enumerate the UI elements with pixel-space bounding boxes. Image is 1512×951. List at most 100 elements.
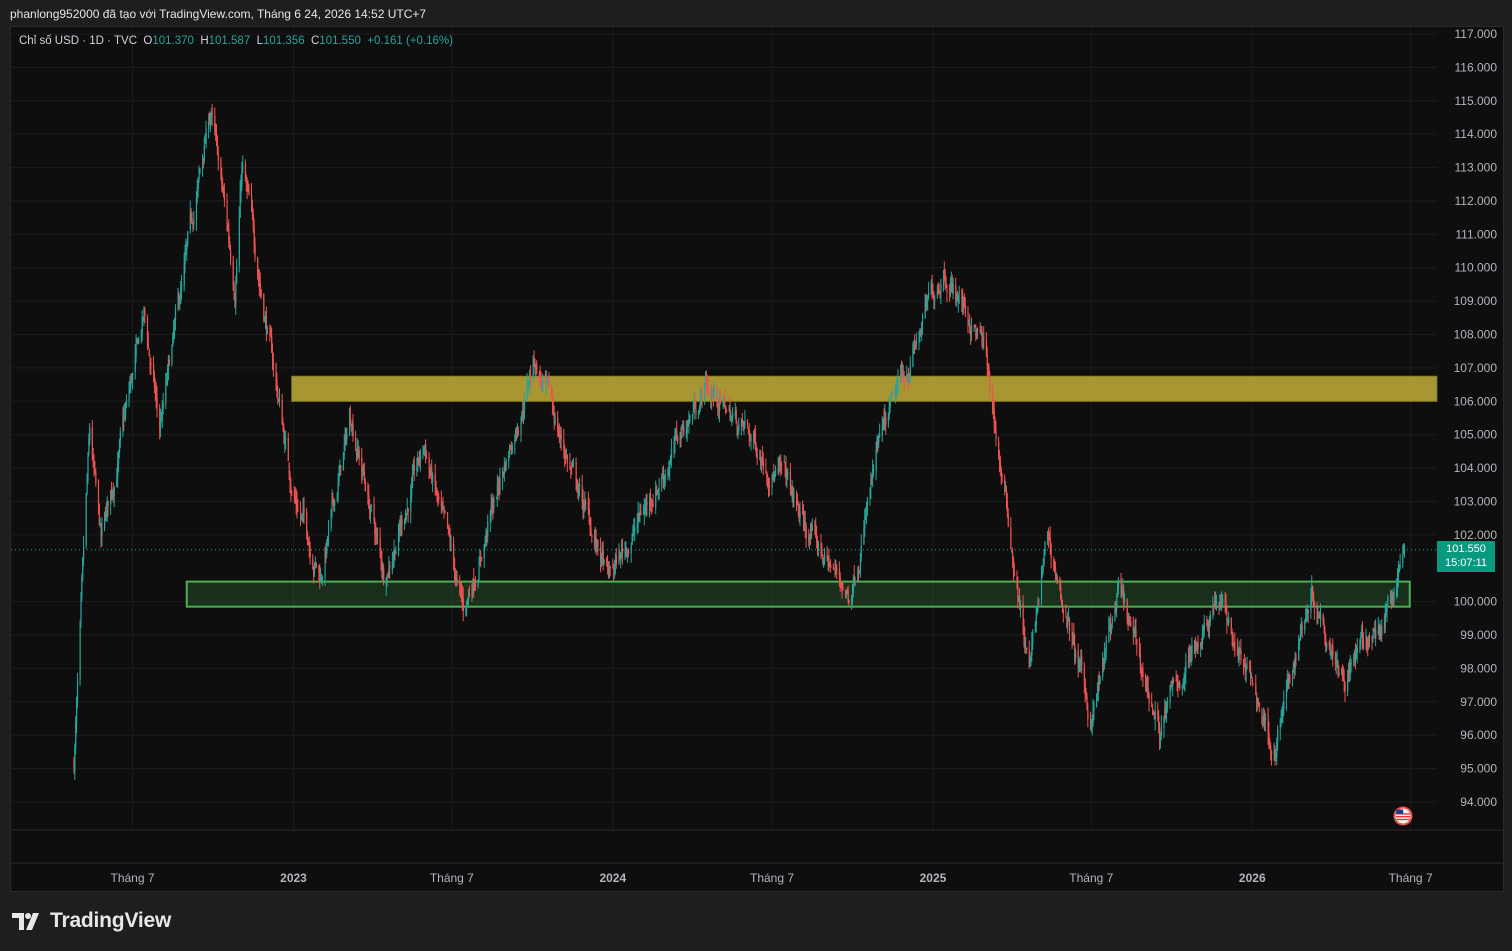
candle-body [848,599,850,603]
candle-body [438,496,440,500]
us-flag-icon[interactable] [1393,806,1413,826]
candle-body [1251,679,1253,684]
candle-body [389,565,391,568]
candle-body [572,463,575,465]
candle-body [419,451,422,463]
candle-body [181,283,183,292]
candle-body [799,512,801,518]
legend-symbol[interactable]: Chỉ số USD · 1D · TVC [19,35,137,47]
candle-body [205,128,207,144]
legend-open-value: 101.370 [152,35,194,47]
candle-body [1295,657,1297,659]
candle-body [977,329,979,331]
candle-body [621,548,624,554]
y-tick-label: 102.000 [1454,528,1498,542]
y-tick-label: 113.000 [1455,161,1498,175]
candle-body [889,399,891,408]
candle-body [775,469,777,475]
candle-body [695,409,697,415]
candle-body [1019,604,1022,607]
candle-body [768,485,771,487]
candle-body [1154,711,1156,720]
candle-body [1203,622,1205,632]
candle-body [238,216,240,266]
candle-body [747,420,749,426]
candle-body [566,455,569,464]
candle-body [346,435,348,440]
candle-body [85,493,87,546]
candle-body [107,500,109,506]
candle-body [456,578,458,580]
legend-change: +0.161 (+0.16%) [367,35,453,47]
brand-name[interactable]: TradingView [50,909,171,933]
tradingview-logo-icon[interactable] [12,911,44,931]
candle-body [1093,707,1095,710]
candle-body [1111,619,1114,624]
candle-body [263,294,265,320]
chart-panel[interactable]: 117.000 116.000 115.000 114.000 113.000 112.0… [10,26,1504,892]
y-tick-label: 108.000 [1454,328,1498,342]
y-tick-label: 95.000 [1460,762,1497,776]
candle-body [446,512,449,528]
y-tick-label: 107.000 [1454,361,1498,375]
candle-body [1320,614,1322,621]
candle-body [707,386,709,394]
y-tick-label: 98.000 [1460,661,1497,675]
attribution-text: phanlong952000 đã tạo với TradingView.co… [10,7,427,21]
candle-body [1215,601,1218,604]
candle-body [1179,682,1181,689]
candle-body [370,505,373,507]
grid-lines [11,27,1437,830]
y-tick-label: 117.000 [1455,27,1498,41]
candle-body [379,537,381,550]
candle-body [1360,637,1362,645]
candle-body [903,379,905,384]
candle-body [223,194,226,201]
candle-body [1222,597,1224,605]
candle-body [832,567,834,569]
candle-body [113,487,115,497]
y-tick-label: 110.000 [1455,261,1498,275]
candle-body [76,681,79,703]
candle-body [230,250,232,261]
candle-body [349,417,352,423]
candle-body [548,375,550,389]
candle-body [474,585,477,587]
candle-body [505,459,507,471]
candle-body [383,568,385,584]
candle-body [571,467,573,469]
legend-high-label: H [200,35,209,47]
candle-body [1032,632,1034,644]
candle-body [1332,645,1334,656]
candle-body [1001,475,1003,478]
candle-body [928,293,930,297]
candle-body [413,465,415,471]
candle-body [732,414,734,418]
y-tick-label: 104.000 [1454,461,1498,475]
candle-body [1099,675,1101,684]
candle-body [958,292,960,295]
candle-body [138,339,140,343]
y-tick-label: 106.000 [1454,394,1498,408]
candle-body [897,378,899,390]
candle-body [810,531,813,539]
y-tick-label: 109.000 [1454,294,1498,308]
candle-body [1050,544,1052,559]
candle-body [1075,651,1077,660]
candle-body [444,510,446,513]
candlestick-chart[interactable]: 117.000 116.000 115.000 114.000 113.000 112.0… [11,27,1503,891]
candle-body [1264,715,1267,721]
candle-body [1307,609,1309,614]
candle-body [174,311,177,322]
candle-body [1304,622,1306,631]
candle-body [1038,599,1040,601]
candle-body [735,410,737,423]
candle-body [1061,603,1064,608]
candle-body [89,427,91,441]
y-tick-label: 115.000 [1455,94,1498,108]
candle-body [171,346,173,365]
candle-body [395,551,397,555]
x-tick-label: 2025 [920,871,947,885]
candle-body [291,491,293,493]
candle-body [338,475,340,482]
